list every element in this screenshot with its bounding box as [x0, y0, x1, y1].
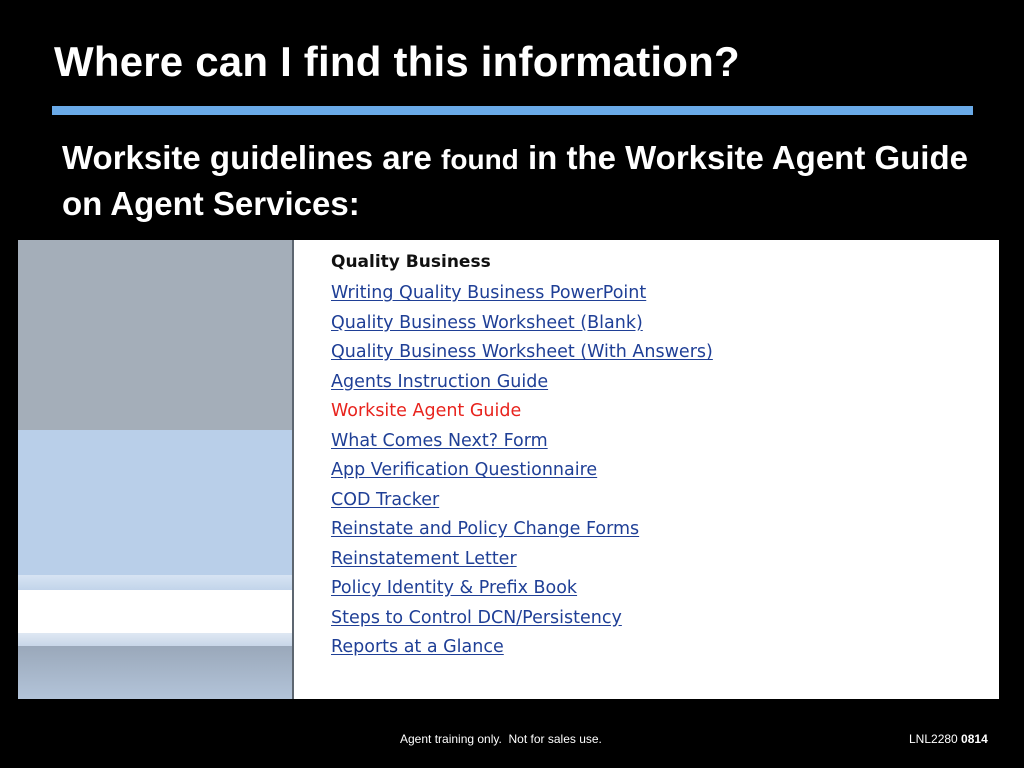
section-heading: Quality Business: [331, 252, 491, 272]
left-panel-stripe-2: [18, 633, 292, 646]
left-panel-bottom-block: [18, 646, 292, 699]
link-cod-tracker[interactable]: COD Tracker: [331, 486, 731, 516]
slide-title: Where can I find this information?: [54, 38, 740, 85]
panel-divider: [292, 240, 294, 699]
slide: Where can I find this information? Works…: [0, 0, 1024, 768]
left-panel-stripe: [18, 575, 292, 590]
link-what-comes-next-form[interactable]: What Comes Next? Form: [331, 427, 731, 457]
left-panel-white-block: [18, 590, 292, 633]
left-panel-gray-block: [18, 240, 292, 430]
footer-disclaimer: Agent training only. Not for sales use.: [400, 732, 602, 746]
agent-services-screenshot: Quality Business Writing Quality Busines…: [18, 240, 999, 699]
link-quality-business-worksheet-with-answers[interactable]: Quality Business Worksheet (With Answers…: [331, 338, 731, 368]
subtitle-part-2: found: [441, 144, 519, 175]
title-rule: [52, 106, 973, 115]
link-steps-to-control-dcn-persistency[interactable]: Steps to Control DCN/Persistency: [331, 604, 731, 634]
link-reinstatement-letter[interactable]: Reinstatement Letter: [331, 545, 731, 575]
link-writing-quality-business-powerpoint[interactable]: Writing Quality Business PowerPoint: [331, 279, 731, 309]
left-nav-panel: [18, 240, 292, 699]
slide-subtitle: Worksite guidelines are found in the Wor…: [62, 136, 992, 226]
link-policy-identity-prefix-book[interactable]: Policy Identity & Prefix Book: [331, 574, 731, 604]
link-quality-business-worksheet-blank[interactable]: Quality Business Worksheet (Blank): [331, 309, 731, 339]
link-agents-instruction-guide[interactable]: Agents Instruction Guide: [331, 368, 731, 398]
link-worksite-agent-guide[interactable]: Worksite Agent Guide: [331, 397, 731, 427]
link-reinstate-and-policy-change-forms[interactable]: Reinstate and Policy Change Forms: [331, 515, 731, 545]
footer-code-number: 0814: [961, 732, 988, 746]
link-app-verification-questionnaire[interactable]: App Verification Questionnaire: [331, 456, 731, 486]
footer-code-prefix: LNL2280: [909, 732, 962, 746]
link-reports-at-a-glance[interactable]: Reports at a Glance: [331, 633, 731, 663]
links-list: Quality Business Writing Quality Busines…: [331, 250, 971, 663]
subtitle-part-1: Worksite guidelines are: [62, 139, 442, 176]
left-panel-blue-block: [18, 430, 292, 575]
footer-code: LNL2280 0814: [909, 732, 988, 746]
